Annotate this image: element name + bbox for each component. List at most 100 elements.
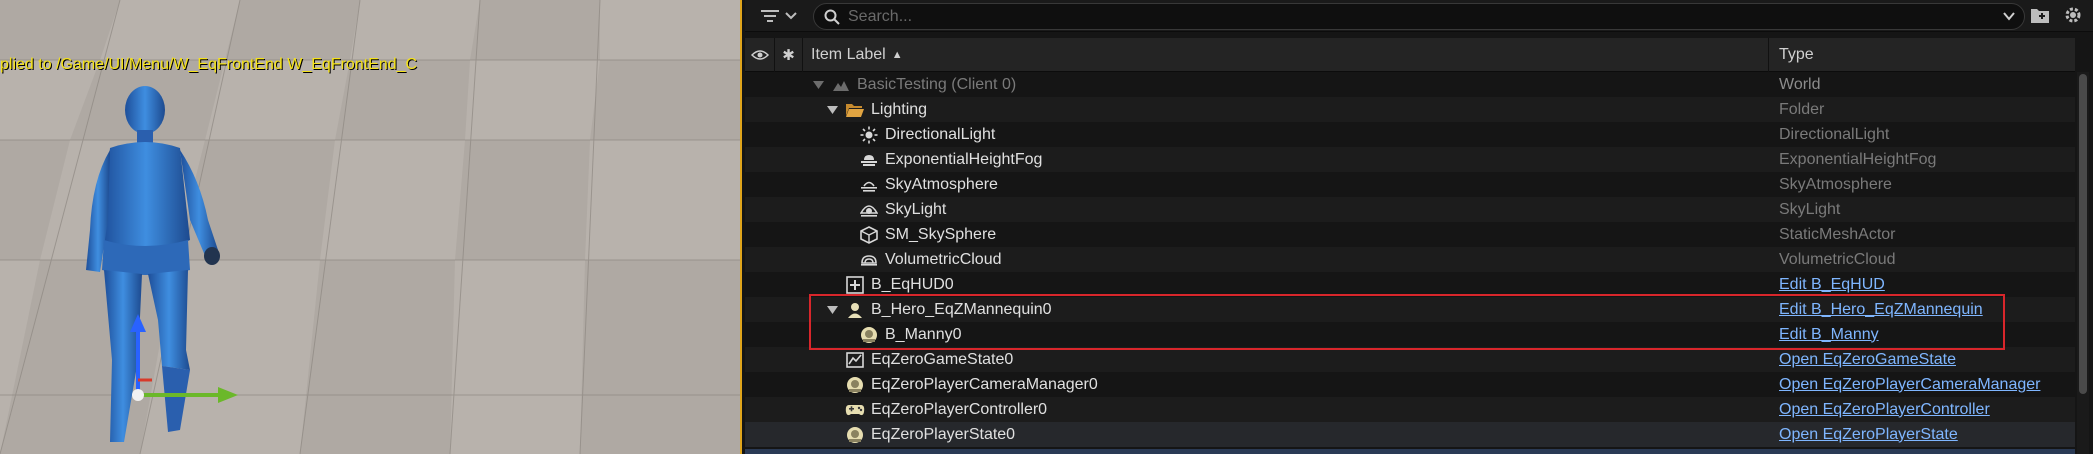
outliner-header-row: ✱ Item Label ▲ Type — [745, 38, 2075, 72]
star-icon: ✱ — [782, 47, 795, 64]
outliner-row-label-cell: EqZeroGameState0 — [825, 347, 1013, 372]
actor-icon — [845, 375, 865, 395]
visibility-column-header[interactable] — [745, 38, 775, 72]
type-link[interactable]: Edit B_EqHUD — [1779, 276, 1885, 294]
world-icon — [831, 75, 851, 95]
outliner-row[interactable]: ExponentialHeightFog ExponentialHeightFog — [745, 147, 2075, 172]
transform-gizmo[interactable] — [120, 300, 250, 410]
pawn-icon — [845, 300, 865, 320]
outliner-row-label-cell: B_EqHUD0 — [825, 272, 954, 297]
outliner-item-label: B_Hero_EqZMannequin0 — [871, 300, 1052, 318]
type-link[interactable]: Open EqZeroPlayerCameraManager — [1779, 376, 2040, 394]
next-row-partial — [745, 449, 2075, 454]
search-input[interactable] — [848, 7, 1978, 26]
filter-icon — [761, 10, 779, 22]
actor-icon — [845, 425, 865, 445]
outliner-row[interactable]: SkyLight SkyLight — [745, 197, 2075, 222]
type-column-header[interactable]: Type — [1769, 38, 2075, 72]
outliner-item-label: VolumetricCloud — [885, 250, 1002, 268]
outliner-row-label-cell: Lighting — [825, 97, 927, 122]
filter-dropdown-button[interactable] — [761, 5, 805, 27]
outliner-row-label-cell: EqZeroPlayerCameraManager0 — [825, 372, 1098, 397]
outliner-row-label-cell: VolumetricCloud — [839, 247, 1002, 272]
outliner-item-label: B_Manny0 — [885, 325, 962, 343]
type-link[interactable]: Edit B_Manny — [1779, 326, 1879, 344]
type-label: World — [1779, 75, 1821, 93]
outliner-row[interactable]: EqZeroGameState0 Open EqZeroGameState — [745, 347, 2075, 372]
gamepad-icon — [845, 400, 865, 420]
outliner-row-label-cell: B_Manny0 — [839, 322, 962, 347]
type-label: DirectionalLight — [1779, 125, 1890, 143]
eye-icon — [750, 50, 769, 60]
outliner-row[interactable]: EqZeroPlayerState0 Open EqZeroPlayerState — [745, 422, 2075, 447]
outliner-row-label-cell: SkyLight — [839, 197, 946, 222]
search-icon — [824, 9, 840, 25]
outliner-item-label: SM_SkySphere — [885, 225, 997, 243]
outliner-row-label-cell: EqZeroPlayerState0 — [825, 422, 1015, 447]
type-link[interactable]: Open EqZeroPlayerController — [1779, 401, 1990, 419]
outliner-item-label: EqZeroPlayerCameraManager0 — [871, 375, 1098, 393]
add-folder-icon[interactable] — [2030, 6, 2050, 24]
outliner-item-label: EqZeroGameState0 — [871, 350, 1014, 368]
outliner-row[interactable]: SkyAtmosphere SkyAtmosphere — [745, 172, 2075, 197]
outliner-row[interactable]: VolumetricCloud VolumetricCloud — [745, 247, 2075, 272]
item-label-column-header[interactable]: Item Label ▲ — [803, 38, 1769, 72]
skylight-icon — [859, 200, 879, 220]
static-mesh-icon — [859, 225, 879, 245]
outliner-row[interactable]: B_EqHUD0 Edit B_EqHUD — [745, 272, 2075, 297]
outliner-row[interactable]: B_Hero_EqZMannequin0 Edit B_Hero_EqZManne… — [745, 297, 2075, 322]
outliner-row[interactable]: BasicTesting (Client 0) World — [745, 72, 2075, 97]
sun-icon — [859, 125, 879, 145]
outliner-item-label: SkyAtmosphere — [885, 175, 998, 193]
chevron-down-icon — [785, 12, 797, 20]
type-link[interactable]: Open EqZeroGameState — [1779, 351, 1956, 369]
type-label: ExponentialHeightFog — [1779, 150, 1937, 168]
outliner-row[interactable]: DirectionalLight DirectionalLight — [745, 122, 2075, 147]
outliner-row-label-cell: SM_SkySphere — [839, 222, 996, 247]
type-label: StaticMeshActor — [1779, 225, 1896, 243]
expand-arrow-icon[interactable] — [811, 80, 825, 89]
outliner-row[interactable]: Lighting Folder — [745, 97, 2075, 122]
outliner-toolbar — [745, 0, 2093, 32]
expand-arrow-icon[interactable] — [825, 305, 839, 314]
sky-atmosphere-icon — [859, 175, 879, 195]
type-link[interactable]: Edit B_Hero_EqZMannequin — [1779, 301, 1983, 319]
game-state-icon — [845, 350, 865, 370]
sort-ascending-icon: ▲ — [891, 49, 903, 61]
outliner-item-label: EqZeroPlayerState0 — [871, 425, 1016, 443]
outliner-row-label-cell: SkyAtmosphere — [839, 172, 998, 197]
outliner-item-label: DirectionalLight — [885, 125, 996, 143]
outliner-row[interactable]: SM_SkySphere StaticMeshActor — [745, 222, 2075, 247]
outliner-tree: BasicTesting (Client 0) World Lighting Fold… — [745, 72, 2075, 454]
type-link[interactable]: Open EqZeroPlayerState — [1779, 426, 1958, 444]
level-viewport[interactable]: plied to /Game/UI/Menu/W_EqFrontEnd W_Eq… — [0, 0, 742, 454]
outliner-row-label-cell: B_Hero_EqZMannequin0 — [825, 297, 1052, 322]
folder-open-icon — [845, 100, 865, 120]
fog-icon — [859, 150, 879, 170]
outliner-row[interactable]: EqZeroPlayerController0 Open EqZeroPlayer… — [745, 397, 2075, 422]
outliner-row[interactable]: EqZeroPlayerCameraManager0 Open EqZeroPla… — [745, 372, 2075, 397]
type-label: SkyLight — [1779, 200, 1841, 218]
type-label: VolumetricCloud — [1779, 250, 1896, 268]
search-box[interactable] — [813, 3, 2025, 30]
world-outliner-panel: ✱ Item Label ▲ Type BasicTesting (Client… — [745, 0, 2093, 454]
scrollbar-thumb[interactable] — [2079, 74, 2087, 394]
outliner-row-label-cell: EqZeroPlayerController0 — [825, 397, 1047, 422]
outliner-item-label: EqZeroPlayerController0 — [871, 400, 1048, 418]
outliner-item-label: Lighting — [871, 100, 928, 118]
vertical-scrollbar[interactable] — [2077, 72, 2089, 454]
type-label: Folder — [1779, 100, 1825, 118]
gear-icon[interactable] — [2063, 5, 2083, 25]
outliner-item-label: SkyLight — [885, 200, 947, 218]
hud-icon — [845, 275, 865, 295]
outliner-item-label: B_EqHUD0 — [871, 275, 954, 293]
actor-icon — [859, 325, 879, 345]
outliner-row-label-cell: BasicTesting (Client 0) — [811, 72, 1016, 97]
outliner-row[interactable]: B_Manny0 Edit B_Manny — [745, 322, 2075, 347]
pin-column-header[interactable]: ✱ — [775, 38, 803, 72]
item-label-header-text: Item Label — [811, 46, 886, 63]
outliner-row-label-cell: DirectionalLight — [839, 122, 995, 147]
search-history-chevron-icon[interactable] — [2002, 9, 2016, 23]
expand-arrow-icon[interactable] — [825, 105, 839, 114]
type-label: SkyAtmosphere — [1779, 175, 1892, 193]
